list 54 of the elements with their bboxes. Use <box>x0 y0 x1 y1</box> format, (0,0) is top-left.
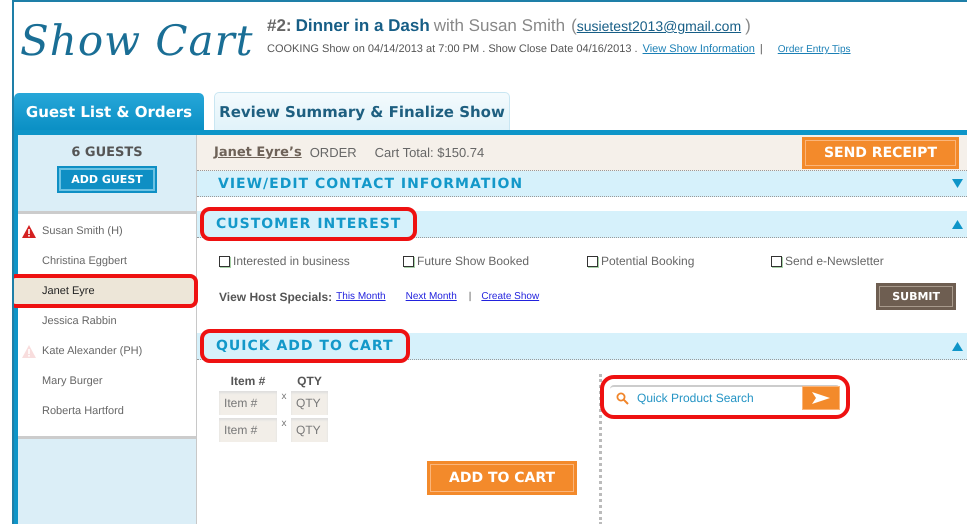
times-sign: x <box>280 391 288 402</box>
guest-item[interactable]: Roberta Hartford <box>18 396 196 426</box>
checkbox[interactable] <box>587 256 598 267</box>
column-header: Item # <box>230 374 266 388</box>
paren: ( <box>571 16 577 36</box>
guest-item[interactable]: Kate Alexander (PH) <box>18 336 196 366</box>
create-show-link[interactable]: Create Show <box>481 291 540 302</box>
show-number: #2: <box>267 16 292 36</box>
warning-icon <box>22 224 36 238</box>
column-header: QTY <box>296 374 323 388</box>
cart-total: Cart Total: $150.74 <box>374 145 484 160</box>
item-number-field[interactable]: Item # <box>219 418 277 442</box>
checkbox-label: Interested in business <box>233 254 350 268</box>
guest-item[interactable]: Susan Smith (H) <box>18 216 196 246</box>
quantity-field[interactable]: QTY <box>291 391 328 415</box>
order-owner[interactable]: Janet Eyre’s <box>214 145 302 160</box>
caret-icon[interactable] <box>952 342 963 350</box>
separator: | <box>760 43 763 55</box>
checkbox[interactable] <box>219 256 230 267</box>
warning-icon <box>22 344 36 358</box>
caret-icon[interactable] <box>952 220 963 229</box>
host-name: with Susan Smith <box>434 16 566 36</box>
search-icon <box>616 392 629 404</box>
times-sign: x <box>280 418 288 429</box>
show-name: Dinner in a Dash <box>296 16 430 36</box>
guest-item[interactable]: Jessica Rabbin <box>18 306 196 336</box>
checkbox-label: Future Show Booked <box>417 254 530 268</box>
order-label: ORDER <box>310 145 357 160</box>
guest-item[interactable]: Christina Eggbert <box>18 246 196 276</box>
guest-count: 6 GUESTS <box>71 145 143 160</box>
tab[interactable]: Guest List & Orders <box>14 93 204 130</box>
email-link[interactable]: susietest2013@gmail.com <box>576 18 742 34</box>
view-show-info-link[interactable]: View Show Information <box>642 43 755 55</box>
checkbox[interactable] <box>771 256 782 267</box>
checkbox-label: Potential Booking <box>601 254 694 268</box>
quantity-field[interactable]: QTY <box>291 418 328 442</box>
show-details: COOKING Show on 04/14/2013 at 7:00 PM . Show Close Date 04/16/2013 . <box>267 43 638 55</box>
guest-item[interactable]: Janet Eyre <box>14 276 196 306</box>
add-guest-button[interactable]: ADD GUEST <box>59 168 155 191</box>
month-link[interactable]: This Month <box>336 291 386 302</box>
logo: Show Cart <box>19 15 255 65</box>
order-entry-tips-link[interactable]: Order Entry Tips <box>778 44 851 55</box>
tab[interactable]: Review Summary & Finalize Show <box>214 92 510 130</box>
checkbox-label: Send e-Newsletter <box>785 254 884 268</box>
month-link[interactable]: Next Month <box>406 291 457 302</box>
paren: ) <box>745 16 751 36</box>
separator: | <box>468 291 472 302</box>
checkbox[interactable] <box>403 256 414 267</box>
item-number-field[interactable]: Item # <box>219 391 277 415</box>
caret-icon[interactable] <box>952 179 963 188</box>
submit-button[interactable]: SUBMIT <box>879 286 953 308</box>
host-specials-label: View Host Specials: <box>219 290 332 304</box>
arrow-icon <box>812 392 830 404</box>
guest-item[interactable]: Mary Burger <box>18 366 196 396</box>
